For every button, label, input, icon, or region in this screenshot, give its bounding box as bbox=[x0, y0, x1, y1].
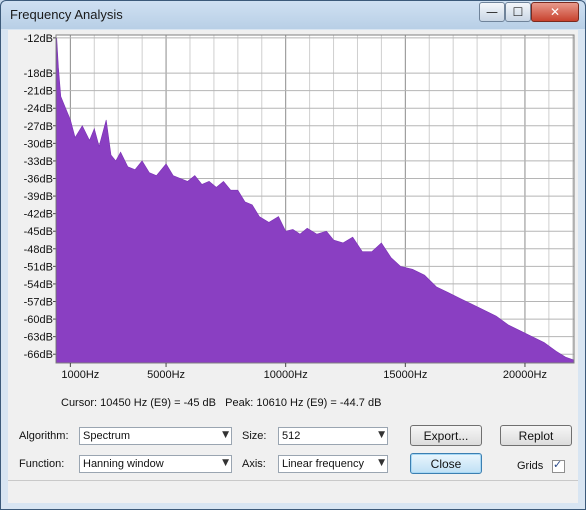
size-label: Size: bbox=[242, 430, 267, 442]
replot-button[interactable]: Replot bbox=[500, 425, 572, 446]
export-button[interactable]: Export... bbox=[410, 425, 482, 446]
y-tick-label: -60dB bbox=[24, 314, 53, 326]
size-select[interactable]: 512 ▼ bbox=[278, 427, 388, 445]
y-tick-label: -30dB bbox=[24, 138, 53, 150]
minimize-icon: — bbox=[486, 5, 498, 19]
spectrum-plot[interactable]: -12dB -18dB -21dB -24dB -27dB -30dB -33dB -36dB… bbox=[8, 30, 578, 390]
chevron-down-icon: ▼ bbox=[378, 458, 385, 468]
peak-text: Peak: 10610 Hz (E9) = -44.7 dB bbox=[225, 397, 382, 409]
axis-label: Axis: bbox=[242, 458, 266, 470]
y-tick-label: -33dB bbox=[24, 156, 53, 168]
y-tick-label: -48dB bbox=[24, 244, 53, 256]
algorithm-select[interactable]: Spectrum ▼ bbox=[79, 427, 232, 445]
y-tick-label: -66dB bbox=[24, 349, 53, 361]
algorithm-label: Algorithm: bbox=[19, 430, 69, 442]
y-tick-label: -51dB bbox=[24, 261, 53, 273]
maximize-icon: ☐ bbox=[512, 5, 524, 19]
y-tick-label: -12dB bbox=[24, 33, 53, 45]
algorithm-value: Spectrum bbox=[83, 430, 131, 442]
title-bar[interactable]: Frequency Analysis — ☐ ✕ bbox=[1, 1, 585, 29]
window-title: Frequency Analysis bbox=[10, 7, 123, 22]
close-icon: ✕ bbox=[549, 5, 561, 19]
chevron-down-icon: ▼ bbox=[378, 430, 385, 440]
axis-value: Linear frequency bbox=[282, 458, 364, 470]
y-tick-label: -57dB bbox=[24, 297, 53, 309]
y-tick-label: -63dB bbox=[24, 332, 53, 344]
y-tick-label: -54dB bbox=[24, 279, 53, 291]
function-select[interactable]: Hanning window ▼ bbox=[79, 455, 232, 473]
y-tick-label: -27dB bbox=[24, 121, 53, 133]
y-tick-label: -24dB bbox=[24, 103, 53, 115]
function-value: Hanning window bbox=[83, 458, 164, 470]
x-tick-label: 5000Hz bbox=[147, 369, 185, 381]
maximize-button[interactable]: ☐ bbox=[505, 2, 531, 22]
function-label: Function: bbox=[19, 458, 65, 470]
size-value: 512 bbox=[282, 430, 301, 442]
dialog-body: -12dB -18dB -21dB -24dB -27dB -30dB -33dB -36dB… bbox=[8, 30, 578, 503]
cursor-text: Cursor: 10450 Hz (E9) = -45 dB bbox=[61, 397, 216, 409]
grids-label: Grids bbox=[517, 460, 544, 472]
spectrum-chart[interactable]: -12dB -18dB -21dB -24dB -27dB -30dB -33dB -36dB… bbox=[8, 30, 578, 390]
y-tick-label: -21dB bbox=[24, 86, 53, 98]
checkmark-icon: ✓ bbox=[553, 458, 563, 471]
close-window-button[interactable]: ✕ bbox=[531, 2, 579, 22]
x-tick-label: 20000Hz bbox=[503, 369, 547, 381]
cursor-readout: Cursor: 10450 Hz (E9) = -45 dB Peak: 106… bbox=[61, 397, 381, 409]
minimize-button[interactable]: — bbox=[479, 2, 505, 22]
status-bar bbox=[8, 480, 578, 503]
axis-select[interactable]: Linear frequency ▼ bbox=[278, 455, 388, 473]
y-tick-label: -36dB bbox=[24, 174, 53, 186]
frequency-analysis-window: Frequency Analysis — ☐ ✕ -12dB -18dB -21dB… bbox=[0, 0, 586, 510]
close-button[interactable]: Close bbox=[410, 453, 482, 474]
y-tick-label: -45dB bbox=[24, 226, 53, 238]
chevron-down-icon: ▼ bbox=[222, 430, 229, 440]
x-tick-label: 10000Hz bbox=[264, 369, 308, 381]
x-tick-label: 1000Hz bbox=[61, 369, 99, 381]
y-tick-label: -42dB bbox=[24, 209, 53, 221]
chevron-down-icon: ▼ bbox=[222, 458, 229, 468]
grids-checkbox[interactable]: ✓ bbox=[552, 458, 565, 473]
y-tick-label: -18dB bbox=[24, 68, 53, 80]
y-tick-label: -39dB bbox=[24, 191, 53, 203]
x-tick-label: 15000Hz bbox=[383, 369, 427, 381]
